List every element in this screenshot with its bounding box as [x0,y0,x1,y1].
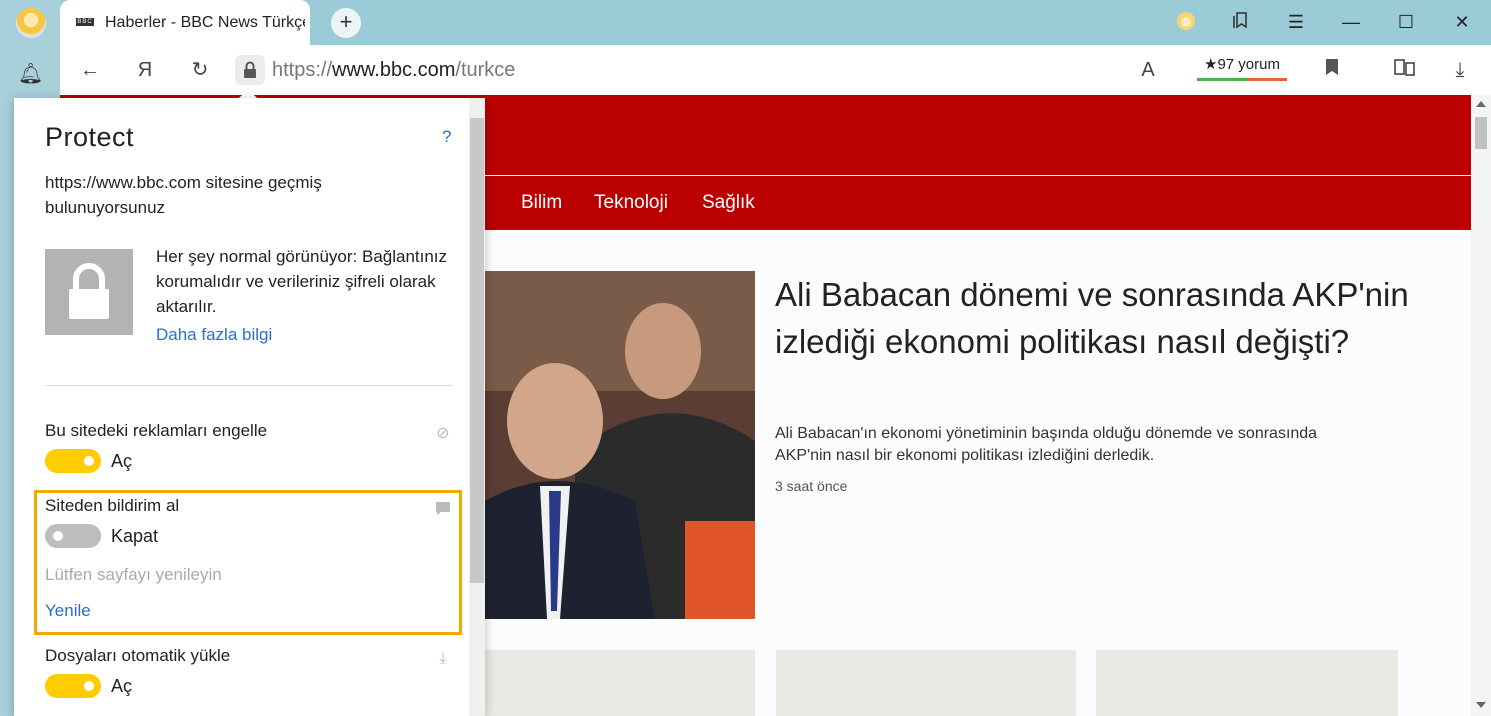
chat-icon [434,500,452,518]
notifications-state: Kapat [111,526,159,546]
url-text[interactable]: https://www.bbc.com/turkce [272,59,515,82]
address-bar: ← Я ↻ https://www.bbc.com/turkce A ★97 y… [60,45,1491,95]
reviews-badge[interactable]: ★97 yorum [1197,55,1287,81]
notifications-label: Siteden bildirim al [45,496,180,515]
notifications-toggle[interactable] [45,524,101,548]
profile-avatar[interactable] [16,8,46,38]
article-summary: Ali Babacan'ın ekonomi yönetiminin başın… [775,425,1318,464]
refresh-hint: Lütfen sayfayı yenileyin [45,565,222,584]
protect-popup: Protect ? https://www.bbc.com sitesine g… [14,98,485,716]
article-card[interactable] [485,650,755,716]
lock-icon[interactable] [235,55,265,85]
new-tab-button[interactable]: + [331,8,361,38]
popup-title: Protect [45,122,135,152]
tab-title: Haberler - BBC News Türkçe [105,14,305,31]
nav-item-bilim[interactable]: Bilim [521,192,562,214]
lock-large-icon [45,249,133,335]
more-info-link[interactable]: Daha fazla bilgi [156,325,272,345]
article-card[interactable] [776,650,1076,716]
connection-status: Her şey normal görünüyor: Bağlantınız ko… [156,247,448,316]
close-icon[interactable]: ✕ [1450,10,1474,34]
popup-scroll-thumb[interactable] [470,118,484,583]
back-icon[interactable]: ← [78,58,102,82]
scroll-thumb[interactable] [1475,117,1487,149]
collections-icon[interactable] [1229,10,1253,34]
block-ads-toggle[interactable] [45,449,101,473]
auto-download-label: Dosyaları otomatik yükle [45,646,231,665]
scroll-up-icon[interactable] [1476,101,1486,107]
bookmark-icon[interactable] [1320,58,1344,82]
auto-download-toggle[interactable] [45,674,101,698]
bell-icon[interactable]: 🔔︎ [18,62,43,86]
page-scrollbar[interactable] [1471,95,1491,716]
download-small-icon: ⤓ [439,650,447,667]
menu-icon[interactable]: ☰ [1284,10,1308,34]
site-info: https://www.bbc.com sitesine geçmiş bulu… [45,173,322,217]
auto-download-state: Aç [111,676,133,696]
minimize-icon[interactable]: — [1339,10,1363,34]
block-ads-label: Bu sitedeki reklamları engelle [45,421,268,440]
article-time: 3 saat önce [775,478,848,494]
maximize-icon[interactable]: ☐ [1394,10,1418,34]
article-headline[interactable]: Ali Babacan dönemi ve sonrasında AKP'nin… [775,271,1415,365]
divider [45,385,453,386]
yandex-icon[interactable]: Я [133,58,157,82]
article-card[interactable] [1096,650,1398,716]
scroll-down-icon[interactable] [1476,702,1486,708]
nav-item-saglik[interactable]: Sağlık [702,192,755,214]
reader-icon[interactable] [1393,58,1417,82]
download-icon[interactable]: ⤓ [1448,58,1472,82]
translate-icon[interactable]: A [1136,58,1160,82]
block-icon: ⊘ [436,425,450,442]
reload-icon[interactable]: ↻ [188,58,212,82]
nav-item-teknoloji[interactable]: Teknoloji [594,192,668,214]
help-button[interactable]: ? [442,127,451,147]
refresh-link[interactable]: Yenile [45,601,91,621]
browser-tab[interactable]: BBC Haberler - BBC News Türkçe [60,0,310,45]
article-photo[interactable] [485,271,755,619]
bbc-favicon-icon: BBC [76,18,94,26]
block-ads-state: Aç [111,451,133,471]
popup-scrollbar[interactable] [469,98,485,716]
profile-small-icon[interactable] [1174,10,1198,34]
